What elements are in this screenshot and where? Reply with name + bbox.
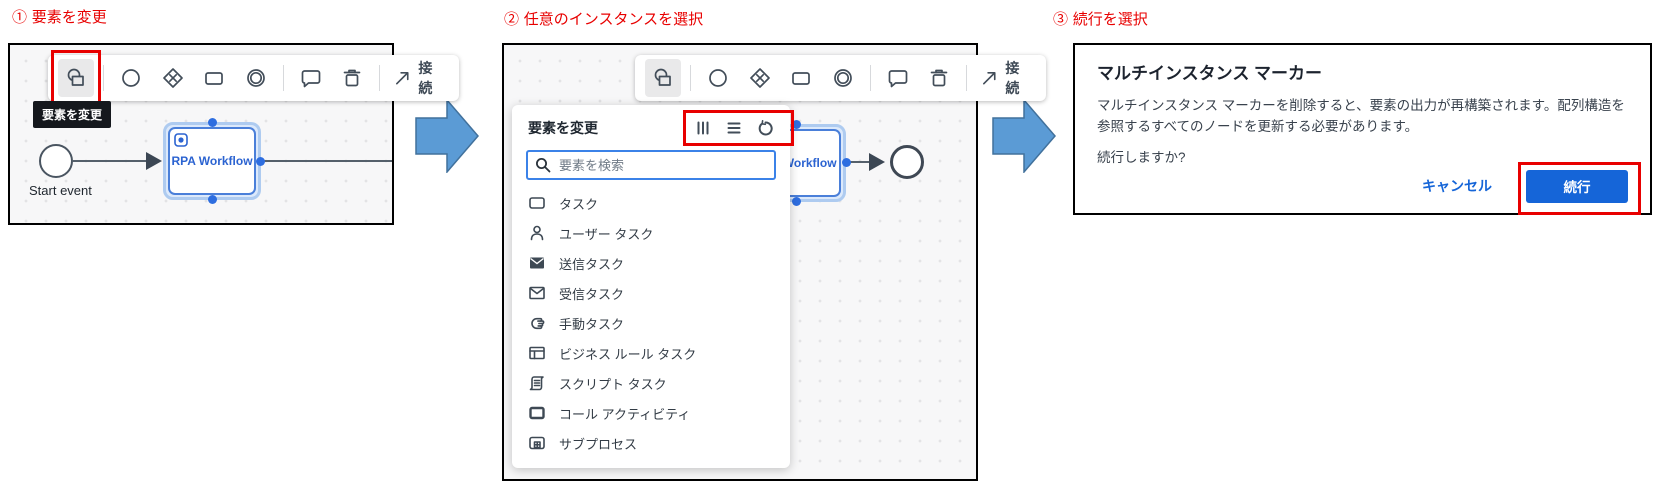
selection-handle-top[interactable] (208, 118, 217, 127)
search-icon (534, 156, 552, 174)
step3-title: ③ 続行を選択 (1053, 8, 1148, 29)
connect-arrow-icon (980, 68, 999, 88)
trash-icon (340, 66, 364, 90)
dialog-body: マルチインスタンス マーカーを削除すると、要素の出力が再構築されます。配列構造を… (1097, 96, 1628, 138)
start-event-button[interactable] (700, 59, 736, 97)
toolbar-divider (103, 65, 104, 91)
connect-arrow-icon (393, 68, 412, 88)
popup-title: 要素を変更 (528, 118, 598, 138)
delete-button[interactable] (921, 59, 957, 97)
menu-item-send-task[interactable]: 送信タスク (512, 248, 790, 278)
gateway-icon (748, 66, 772, 90)
task-icon (789, 66, 813, 90)
selection-handle-top[interactable] (792, 120, 801, 129)
task-label: RPA Workflow (171, 154, 252, 168)
change-element-popup: 要素を変更 (512, 105, 790, 468)
connect-label: 接続 (418, 58, 445, 98)
selection-handle-bottom[interactable] (208, 195, 217, 204)
menu-item-business-rule-task[interactable]: ビジネス ルール タスク (512, 338, 790, 368)
panel-step1-canvas: 接続 要素を変更 Start event RPA Workflow (8, 43, 394, 225)
menu-item-manual-task[interactable]: 手動タスク (512, 308, 790, 338)
menu-item-receive-task[interactable]: 受信タスク (512, 278, 790, 308)
element-toolbar: 接続 (635, 55, 1046, 101)
intermediate-event-button[interactable] (237, 59, 273, 97)
start-event-label: Start event (29, 183, 92, 198)
selection-handle-bottom[interactable] (792, 197, 801, 206)
intermediate-event-icon (244, 66, 268, 90)
selection-handle-right[interactable] (842, 158, 851, 167)
dialog-footer: キャンセル 続行 (1097, 170, 1628, 203)
arrow-step1-to-step2 (415, 99, 479, 173)
connect-button[interactable]: 接続 (389, 58, 449, 98)
toolbar-divider (966, 65, 967, 91)
change-element-icon (64, 66, 88, 90)
gateway-button[interactable] (155, 59, 191, 97)
rpa-icon (174, 133, 188, 147)
continue-button[interactable]: 続行 (1526, 170, 1628, 203)
menu-item-script-task[interactable]: スクリプト タスク (512, 368, 790, 398)
menu-item-user-task[interactable]: ユーザー タスク (512, 218, 790, 248)
popup-header: 要素を変更 (512, 105, 790, 146)
element-toolbar: 接続 (48, 55, 459, 101)
change-element-tooltip: 要素を変更 (33, 101, 111, 128)
task-button[interactable] (196, 59, 232, 97)
call-activity-icon (528, 404, 546, 422)
user-icon (528, 224, 546, 242)
task-button[interactable] (783, 59, 819, 97)
intermediate-event-button[interactable] (824, 59, 860, 97)
toolbar-divider (379, 65, 380, 91)
start-event-icon (119, 66, 143, 90)
start-event-button[interactable] (113, 59, 149, 97)
toolbar-divider (283, 65, 284, 91)
search-input[interactable] (526, 150, 776, 180)
panel-step2-canvas: 接続 RPA Workflow 要素を変更 (502, 43, 978, 481)
annotation-icon (299, 66, 323, 90)
toolbar-divider (690, 65, 691, 91)
selection-handle-right[interactable] (256, 157, 265, 166)
end-event-node[interactable] (890, 145, 924, 179)
start-event-icon (706, 66, 730, 90)
dialog-question: 続行しますか? (1097, 146, 1628, 166)
parallel-marker-icon[interactable] (695, 120, 711, 136)
panel-step3-dialog: マルチインスタンス マーカー マルチインスタンス マーカーを削除すると、要素の出… (1073, 43, 1652, 215)
subprocess-icon (528, 434, 546, 452)
screenshot-stage: ① 要素を変更 ② 任意のインスタンスを選択 ③ 続行を選択 (0, 0, 1667, 501)
arrow-step2-to-step3 (992, 99, 1056, 173)
dialog-title: マルチインスタンス マーカー (1097, 59, 1628, 84)
send-icon (528, 254, 546, 272)
annotation-button[interactable] (293, 59, 329, 97)
annotation-icon (886, 66, 910, 90)
menu-item-call-activity[interactable]: コール アクティビティ (512, 398, 790, 428)
gateway-button[interactable] (742, 59, 778, 97)
script-icon (528, 374, 546, 392)
receive-icon (528, 284, 546, 302)
rpa-workflow-task[interactable]: RPA Workflow (163, 122, 261, 200)
start-event-node[interactable] (39, 144, 73, 178)
annotation-button[interactable] (880, 59, 916, 97)
step1-title: ① 要素を変更 (12, 6, 107, 27)
change-element-button[interactable] (645, 59, 681, 97)
business-rule-icon (528, 344, 546, 362)
toolbar-divider (870, 65, 871, 91)
marker-toggle-group (695, 120, 774, 137)
connect-button[interactable]: 接続 (976, 58, 1036, 98)
menu-item-task[interactable]: タスク (512, 188, 790, 218)
intermediate-event-icon (831, 66, 855, 90)
change-element-button[interactable] (58, 59, 94, 97)
sequential-marker-icon[interactable] (726, 120, 742, 136)
task-icon (528, 194, 546, 212)
loop-marker-icon[interactable] (757, 120, 774, 137)
connect-label: 接続 (1005, 58, 1032, 98)
task-icon (202, 66, 226, 90)
change-element-icon (651, 66, 675, 90)
manual-icon (528, 314, 546, 332)
step2-title: ② 任意のインスタンスを選択 (504, 8, 703, 29)
multi-instance-dialog: マルチインスタンス マーカー マルチインスタンス マーカーを削除すると、要素の出… (1075, 45, 1650, 213)
gateway-icon (161, 66, 185, 90)
menu-item-subprocess[interactable]: サブプロセス (512, 428, 790, 458)
cancel-button[interactable]: キャンセル (1422, 176, 1492, 196)
search-box (526, 150, 776, 180)
trash-icon (927, 66, 951, 90)
delete-button[interactable] (334, 59, 370, 97)
